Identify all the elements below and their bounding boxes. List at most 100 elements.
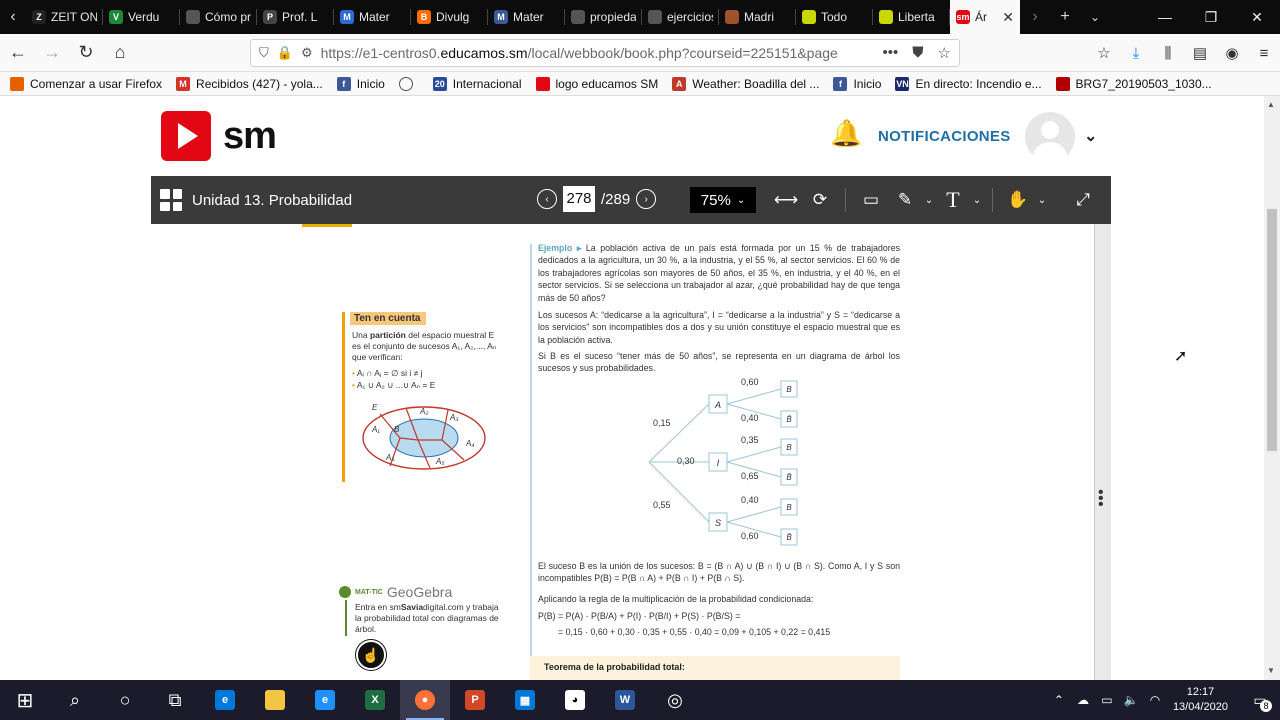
rotate-icon[interactable]: ⟳	[803, 186, 837, 214]
hand-cursor-icon[interactable]: ☝	[356, 640, 386, 670]
tab[interactable]: P Prof. L	[257, 0, 334, 34]
hand-chevron-icon[interactable]: ⌄	[1035, 186, 1049, 214]
bell-icon[interactable]: 🔔	[830, 118, 862, 149]
library-icon[interactable]: ⫼	[1152, 37, 1184, 69]
bookmark-item[interactable]: 20 Internacional	[432, 76, 522, 91]
bookmark-item[interactable]: f Inicio	[336, 76, 385, 91]
close-tab-icon[interactable]: ✕	[1002, 9, 1014, 26]
reload-icon[interactable]: ↻	[70, 37, 102, 69]
tab[interactable]: M Mater	[488, 0, 565, 34]
tab[interactable]: Madri	[719, 0, 796, 34]
tab[interactable]: propiedad	[565, 0, 642, 34]
windows-start-icon[interactable]: ⊞	[0, 680, 50, 720]
bookmark-item[interactable]: Comenzar a usar Firefox	[10, 76, 162, 91]
bookmark-item[interactable]: f Inicio	[833, 76, 881, 91]
bookmarks-icon[interactable]: ☆	[1088, 37, 1120, 69]
pen-chevron-icon[interactable]: ⌄	[922, 186, 936, 214]
bookmark-item[interactable]: logo educamos SM	[535, 76, 658, 91]
bookmark-item[interactable]: VN En directo: Incendio e...	[895, 76, 1042, 91]
minimize-icon[interactable]: —	[1142, 0, 1188, 34]
home-icon[interactable]: ⌂	[104, 37, 136, 69]
bookmark-item[interactable]: M Recibidos (427) - yola...	[176, 76, 323, 91]
tab[interactable]: Z ZEIT ONLI	[26, 0, 103, 34]
close-window-icon[interactable]: ✕	[1234, 0, 1280, 34]
geogebra-text: Entra en smSaviadigital.com y trabaja la…	[355, 602, 499, 634]
panda-icon[interactable]: ◕	[550, 680, 600, 720]
tray-chevron-icon[interactable]: ⌃	[1047, 693, 1071, 707]
back-icon[interactable]: ←	[2, 37, 34, 69]
fit-width-icon[interactable]: ⟷	[769, 186, 803, 214]
tab[interactable]: ejercicios	[642, 0, 719, 34]
permissions-icon[interactable]: ⚙	[301, 45, 313, 61]
tab[interactable]: Liberta	[873, 0, 950, 34]
grid-menu-icon[interactable]	[160, 189, 182, 211]
url-bar[interactable]: ⛉ 🔒 ⚙ https://e1-centros0.educamos.sm/lo…	[250, 39, 960, 67]
clock[interactable]: 12:17 13/04/2020	[1173, 685, 1228, 715]
forward-icon[interactable]: →	[36, 37, 68, 69]
tab[interactable]: M Mater	[334, 0, 411, 34]
scroll-down-icon[interactable]: ▼	[1267, 666, 1275, 675]
side-panel-handle[interactable]	[1094, 224, 1111, 680]
comment-icon[interactable]: ▭	[854, 186, 888, 214]
bookmark-favicon-icon: 20	[432, 76, 447, 91]
tab-label: Cómo pre	[205, 10, 251, 24]
tab[interactable]: V Verdu	[103, 0, 180, 34]
powerpoint-icon[interactable]: P	[450, 680, 500, 720]
bookmark-item[interactable]: A Weather: Boadilla del ...	[672, 76, 819, 91]
text-tool-icon[interactable]: T	[936, 186, 970, 214]
bookmark-item[interactable]: BRG7_20190503_1030...	[1055, 76, 1212, 91]
scroll-thumb[interactable]	[1267, 209, 1277, 451]
network-icon[interactable]: ☁	[1071, 693, 1095, 707]
excel-icon[interactable]: X	[350, 680, 400, 720]
hand-tool-icon[interactable]: ✋	[1001, 186, 1035, 214]
internet-explorer-icon[interactable]: e	[300, 680, 350, 720]
page-actions-icon[interactable]: •••	[883, 44, 899, 62]
kebab-menu-icon[interactable]: • • •	[1098, 485, 1104, 513]
battery-icon[interactable]: ▭	[1095, 693, 1119, 707]
tab-active[interactable]: sm Ár ✕	[950, 0, 1020, 34]
firefox-icon[interactable]: ●	[400, 680, 450, 720]
app-circle-icon[interactable]: ◎	[650, 680, 700, 720]
page-input[interactable]: 278	[563, 186, 595, 212]
download-icon[interactable]: ⤓	[1120, 37, 1152, 69]
shield-icon[interactable]: ⛉	[259, 45, 269, 61]
cortana-icon[interactable]: ○	[100, 680, 150, 720]
lock-icon[interactable]: 🔒	[277, 45, 293, 61]
tab[interactable]: Cómo pre	[180, 0, 257, 34]
next-page-icon[interactable]: ›	[636, 189, 657, 209]
user-menu-chevron-icon[interactable]: ⌄	[1084, 126, 1097, 146]
fullscreen-icon[interactable]: ⤢	[1066, 186, 1100, 214]
pocket-icon[interactable]: ⛊	[912, 44, 923, 62]
wifi-icon[interactable]: ◠	[1143, 693, 1167, 707]
bookmark-star-icon[interactable]: ☆	[938, 44, 951, 62]
sm-logo[interactable]: sm	[161, 111, 277, 161]
prev-page-icon[interactable]: ‹	[537, 189, 557, 209]
new-tab-icon[interactable]: +	[1050, 0, 1080, 34]
task-view-icon[interactable]: ⧉	[150, 680, 200, 720]
sidebar-icon[interactable]: ▤	[1184, 37, 1216, 69]
tab-scroll-right-icon[interactable]: ›	[1020, 0, 1050, 34]
bookmark-item[interactable]	[398, 76, 419, 91]
store-icon[interactable]: ▦	[500, 680, 550, 720]
page-scrollbar[interactable]: ▲ ▼	[1264, 96, 1280, 680]
word-icon[interactable]: W	[600, 680, 650, 720]
file-explorer-icon[interactable]	[250, 680, 300, 720]
avatar[interactable]	[1025, 112, 1075, 162]
tab-list-chevron-icon[interactable]: ⌄	[1080, 0, 1110, 34]
volume-icon[interactable]: 🔈	[1119, 693, 1143, 707]
edge-icon[interactable]: e	[200, 680, 250, 720]
notifications-link[interactable]: NOTIFICACIONES	[878, 128, 1011, 145]
restore-icon[interactable]: ❐	[1188, 0, 1234, 34]
url-text[interactable]: https://e1-centros0.educamos.sm/local/we…	[321, 45, 841, 61]
search-icon[interactable]: ⌕	[50, 680, 100, 720]
zoom-select[interactable]: 75% ⌄	[690, 187, 756, 213]
action-center-icon[interactable]: ▭ 8	[1240, 680, 1280, 720]
text-chevron-icon[interactable]: ⌄	[970, 186, 984, 214]
tab[interactable]: B Divulg	[411, 0, 488, 34]
pen-icon[interactable]: ✎	[888, 186, 922, 214]
tab-scroll-left-icon[interactable]: ‹	[0, 0, 26, 34]
menu-icon[interactable]: ≡	[1248, 37, 1280, 69]
scroll-up-icon[interactable]: ▲	[1267, 100, 1275, 109]
account-icon[interactable]: ◉	[1216, 37, 1248, 69]
tab[interactable]: Todo	[796, 0, 873, 34]
